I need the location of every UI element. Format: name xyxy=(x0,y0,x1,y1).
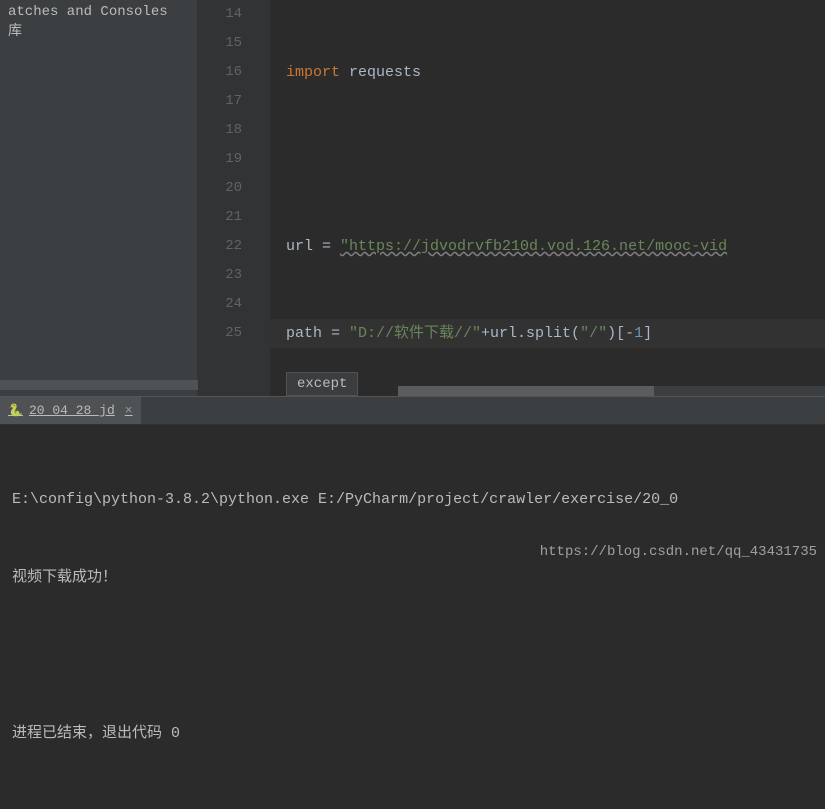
code-hint-popup: except xyxy=(286,372,358,396)
line-number: 17 xyxy=(198,87,242,116)
project-sidebar[interactable]: atches and Consoles 库 xyxy=(0,0,198,396)
line-number: 24 xyxy=(198,290,242,319)
line-number: 20 xyxy=(198,174,242,203)
line-number: 18 xyxy=(198,116,242,145)
code-line[interactable]: import requests xyxy=(286,58,825,87)
line-number: 23 xyxy=(198,261,242,290)
code-line[interactable]: path = "D://软件下载//"+url.split("/")[-1] xyxy=(286,319,825,348)
console-line: 进程已结束，退出代码 0 xyxy=(12,721,813,747)
code-line[interactable]: url = "https://jdvodrvfb210d.vod.126.net… xyxy=(286,232,825,261)
main-area: atches and Consoles 库 14 15 16 17 18 19 … xyxy=(0,0,825,396)
run-tab[interactable]: 🐍 20_04_28_jd × xyxy=(0,397,141,424)
line-number: 21 xyxy=(198,203,242,232)
console-output[interactable]: E:\config\python-3.8.2\python.exe E:/PyC… xyxy=(0,425,825,809)
sidebar-scrollbar[interactable] xyxy=(0,380,198,390)
run-panel: 🐍 20_04_28_jd × E:\config\python-3.8.2\p… xyxy=(0,396,825,566)
line-number: 19 xyxy=(198,145,242,174)
line-number: 25 xyxy=(198,319,242,348)
watermark-text: https://blog.csdn.net/qq_43431735 xyxy=(540,544,817,560)
sidebar-item[interactable]: 库 xyxy=(8,22,189,42)
line-number: 15 xyxy=(198,29,242,58)
console-line: E:\config\python-3.8.2\python.exe E:/PyC… xyxy=(12,487,813,513)
line-number: 16 xyxy=(198,58,242,87)
run-tab-label: 20_04_28_jd xyxy=(29,403,115,418)
console-line: 视频下载成功！ xyxy=(12,565,813,591)
line-number: 22 xyxy=(198,232,242,261)
run-tab-bar: 🐍 20_04_28_jd × xyxy=(0,397,825,425)
code-line[interactable] xyxy=(286,145,825,174)
console-line xyxy=(12,643,813,669)
close-icon[interactable]: × xyxy=(125,403,133,418)
python-icon: 🐍 xyxy=(8,403,23,418)
code-content[interactable]: import requests url = "https://jdvodrvfb… xyxy=(270,0,825,396)
sidebar-item[interactable]: atches and Consoles xyxy=(8,2,189,22)
code-editor[interactable]: 14 15 16 17 18 19 20 21 22 23 24 25 impo… xyxy=(198,0,825,396)
line-gutter: 14 15 16 17 18 19 20 21 22 23 24 25 xyxy=(198,0,270,396)
line-number: 14 xyxy=(198,0,242,29)
